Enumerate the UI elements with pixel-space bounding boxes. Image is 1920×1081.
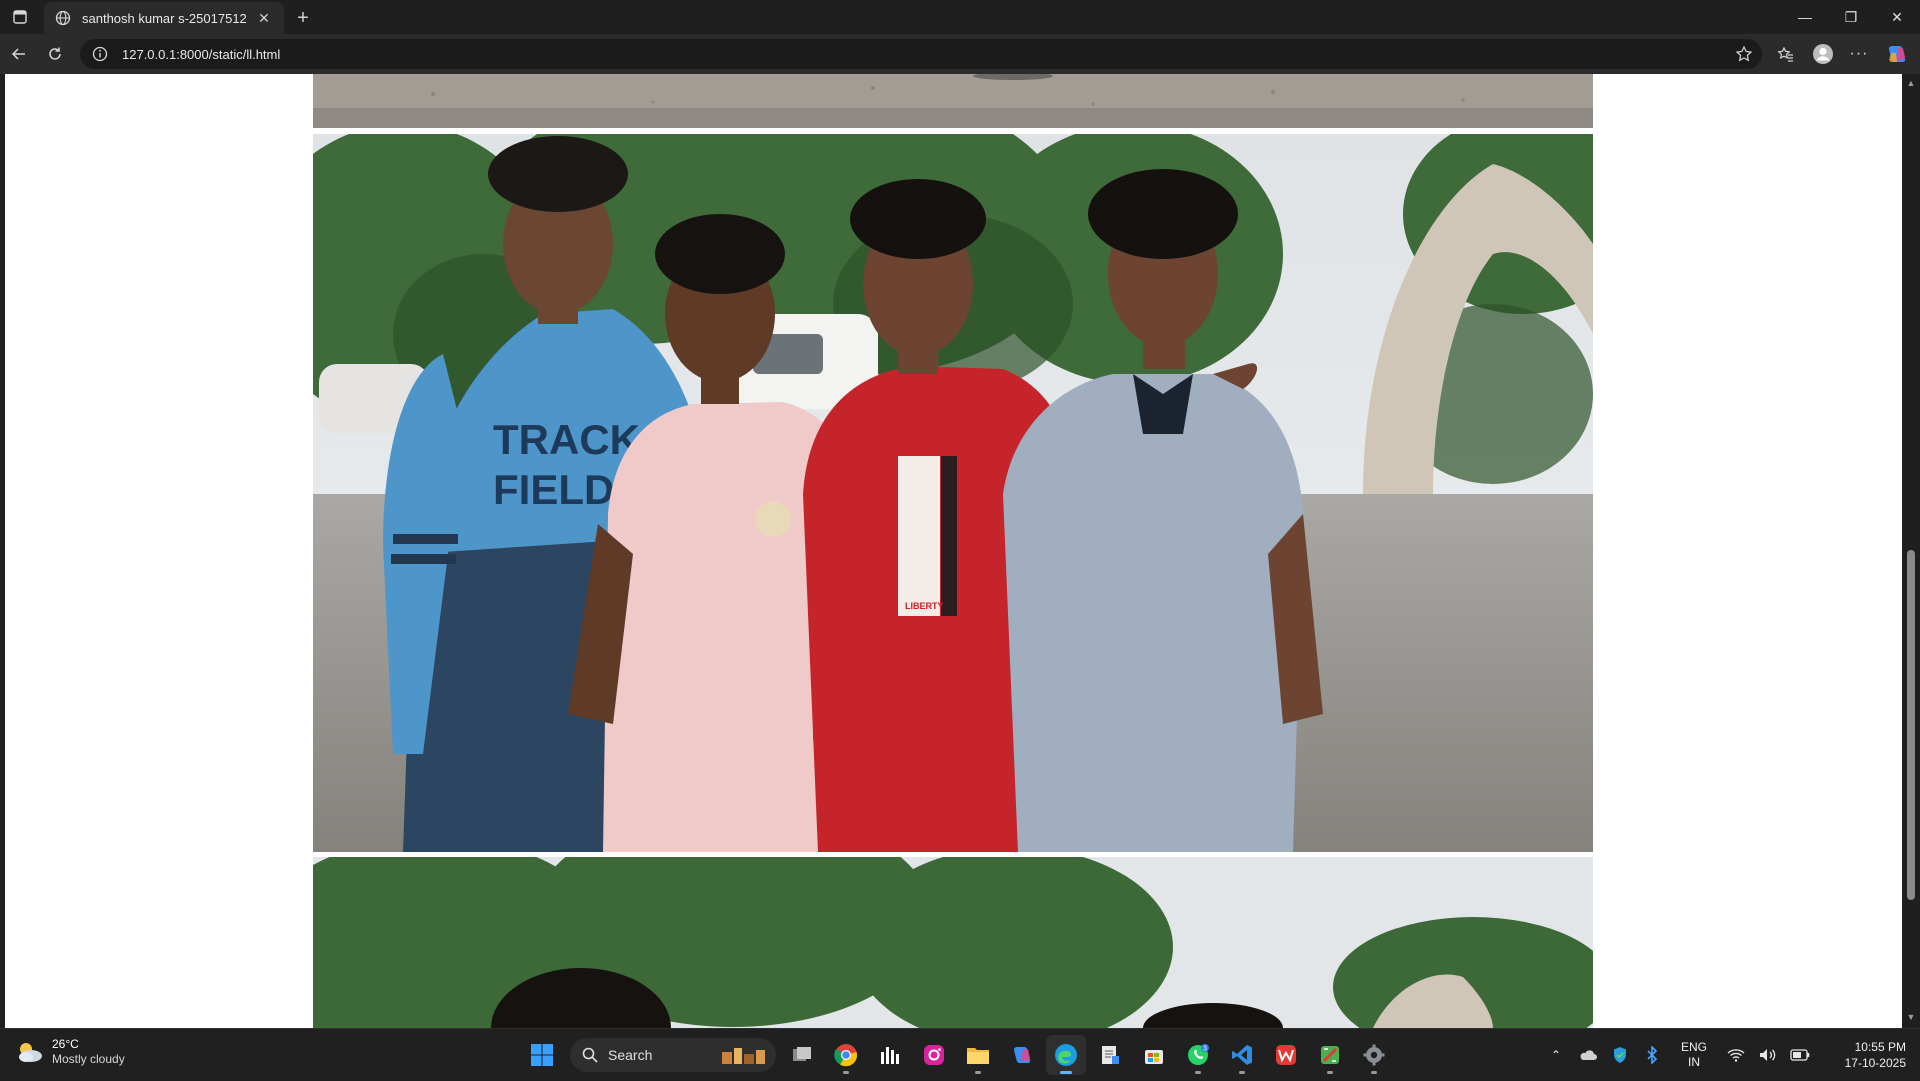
edge-icon xyxy=(1055,1044,1077,1066)
store-app[interactable] xyxy=(1134,1035,1174,1075)
window-controls: — ❐ ✕ xyxy=(1782,0,1920,34)
scroll-up-icon[interactable]: ▲ xyxy=(1906,78,1916,88)
copilot-icon xyxy=(1888,46,1906,62)
favorites-button[interactable] xyxy=(1771,40,1801,68)
group-photo: TRACK FIELD LIBERTY xyxy=(313,134,1593,852)
wps-icon xyxy=(1276,1045,1296,1065)
copilot-taskbar-icon xyxy=(1013,1047,1031,1063)
equalizer-icon xyxy=(881,1047,899,1064)
search-label: Search xyxy=(608,1047,653,1063)
back-button[interactable] xyxy=(4,40,34,68)
profile-button[interactable] xyxy=(1808,40,1838,68)
red-shirt-text: LIBERTY xyxy=(905,601,944,611)
copilot-button[interactable] xyxy=(1882,40,1912,68)
chrome-app[interactable] xyxy=(826,1035,866,1075)
language-code: ENG xyxy=(1680,1040,1707,1054)
taskbar-apps: Search 3 xyxy=(522,1035,1398,1075)
back-arrow-icon xyxy=(11,48,25,60)
vscode-icon xyxy=(1232,1045,1252,1065)
cloudy-weather-icon xyxy=(19,1043,42,1062)
task-view-button[interactable] xyxy=(782,1035,822,1075)
taskbar: 26°C Mostly cloudy Search 3 ⌃ ENG IN 10:… xyxy=(0,1028,1920,1080)
title-bar: santhosh kumar s-25017512 ✕ + — ❐ ✕ xyxy=(0,0,1920,34)
snipping-tool-icon xyxy=(1321,1046,1339,1064)
new-tab-button[interactable]: + xyxy=(290,5,316,31)
tab-close-icon[interactable]: ✕ xyxy=(254,8,274,28)
task-view-icon xyxy=(793,1047,811,1061)
system-tray: ⌃ ENG IN 10:55 PM 17-10-2025 xyxy=(1540,1029,1920,1081)
weather-temperature: 26°C xyxy=(52,1037,79,1051)
file-explorer-app[interactable] xyxy=(958,1035,998,1075)
instagram-app[interactable] xyxy=(914,1035,954,1075)
tab-actions-button[interactable] xyxy=(6,4,34,30)
address-bar[interactable]: 127.0.0.1:8000/static/ll.html xyxy=(80,39,1762,69)
favorite-star-icon[interactable] xyxy=(1734,44,1754,64)
browser-viewport: TRACK FIELD LIBERTY ▲ ▼ xyxy=(0,74,1920,1028)
scroll-down-icon[interactable]: ▼ xyxy=(1906,1012,1916,1022)
clock-date: 17-10-2025 xyxy=(1844,1056,1906,1070)
bluetooth-icon[interactable] xyxy=(1636,1039,1668,1071)
notepad-app[interactable] xyxy=(1090,1035,1130,1075)
url-text: 127.0.0.1:8000/static/ll.html xyxy=(122,46,281,62)
chrome-icon xyxy=(834,1044,858,1067)
search-highlight-icon xyxy=(722,1048,765,1064)
volume-icon[interactable] xyxy=(1752,1039,1784,1071)
whatsapp-badge: 3 xyxy=(1203,1046,1207,1053)
refresh-button[interactable] xyxy=(40,40,70,68)
search-icon xyxy=(582,1047,598,1063)
paint-app[interactable] xyxy=(1310,1035,1350,1075)
language-region: IN xyxy=(1688,1055,1700,1069)
vertical-scrollbar[interactable]: ▲ ▼ xyxy=(1902,74,1920,1028)
start-button[interactable] xyxy=(522,1035,562,1075)
vscode-app[interactable] xyxy=(1222,1035,1262,1075)
tab-actions-icon xyxy=(13,10,27,24)
taskbar-clock[interactable]: 10:55 PM 17-10-2025 xyxy=(1826,1039,1906,1071)
more-options-icon[interactable]: ··· xyxy=(1844,40,1874,68)
weather-condition: Mostly cloudy xyxy=(52,1052,125,1066)
audio-app[interactable] xyxy=(870,1035,910,1075)
notepad-icon xyxy=(1102,1046,1119,1064)
weather-widget[interactable]: 26°C Mostly cloudy xyxy=(14,1037,125,1067)
web-page: TRACK FIELD LIBERTY xyxy=(5,74,1902,1028)
photo-top-partial xyxy=(313,74,1593,128)
folder-icon xyxy=(967,1048,989,1064)
security-shield-icon[interactable] xyxy=(1604,1039,1636,1071)
restore-button[interactable]: ❐ xyxy=(1828,0,1874,34)
wps-office-app[interactable] xyxy=(1266,1035,1306,1075)
gear-icon xyxy=(1363,1044,1385,1066)
favorites-list-icon xyxy=(1777,46,1793,62)
copilot-app[interactable] xyxy=(1002,1035,1042,1075)
whatsapp-icon: 3 xyxy=(1188,1044,1209,1065)
hoodie-text-track: TRACK xyxy=(493,416,640,463)
hoodie-text-field: FIELD xyxy=(493,466,614,513)
settings-app[interactable] xyxy=(1354,1035,1394,1075)
info-icon[interactable] xyxy=(90,44,110,64)
minimize-button[interactable]: — xyxy=(1782,0,1828,34)
photo-bottom-partial xyxy=(313,857,1593,1028)
language-indicator[interactable]: ENG IN xyxy=(1674,1040,1714,1070)
refresh-icon xyxy=(49,47,61,60)
taskbar-search[interactable]: Search xyxy=(570,1038,776,1072)
scrollbar-thumb[interactable] xyxy=(1907,550,1915,900)
browser-tab[interactable]: santhosh kumar s-25017512 ✕ xyxy=(44,2,284,34)
instagram-icon xyxy=(924,1045,944,1065)
browser-toolbar: 127.0.0.1:8000/static/ll.html ··· xyxy=(0,34,1920,74)
onedrive-icon[interactable] xyxy=(1572,1039,1604,1071)
wifi-icon[interactable] xyxy=(1720,1039,1752,1071)
windows-logo-icon xyxy=(531,1044,553,1066)
profile-avatar-icon xyxy=(1813,44,1833,64)
store-icon xyxy=(1145,1050,1163,1064)
clock-time: 10:55 PM xyxy=(1854,1040,1906,1054)
edge-app[interactable] xyxy=(1046,1035,1086,1075)
battery-icon[interactable] xyxy=(1784,1039,1816,1071)
tab-title: santhosh kumar s-25017512 xyxy=(82,10,247,26)
whatsapp-app[interactable]: 3 xyxy=(1178,1035,1218,1075)
chevron-up-icon[interactable]: ⌃ xyxy=(1540,1039,1572,1071)
globe-icon xyxy=(54,9,72,27)
close-window-button[interactable]: ✕ xyxy=(1874,0,1920,34)
